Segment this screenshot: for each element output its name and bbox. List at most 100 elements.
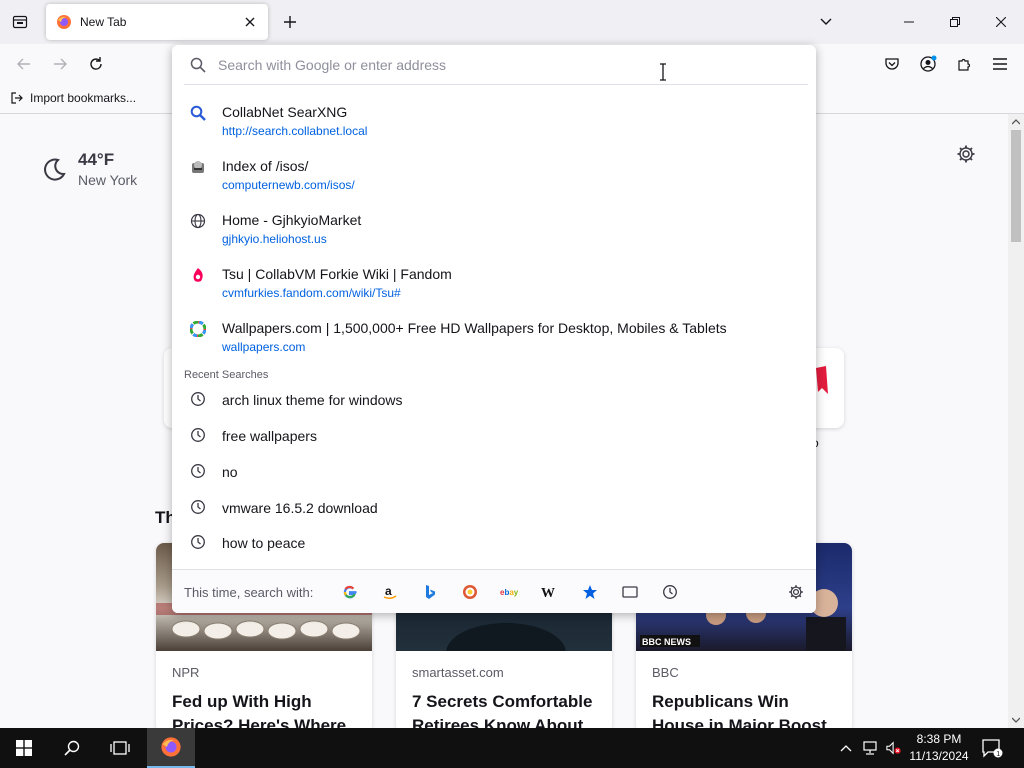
minimize-button[interactable] bbox=[886, 0, 932, 44]
notification-icon: 1 bbox=[982, 739, 1003, 758]
pocket-icon bbox=[885, 58, 899, 70]
start-button[interactable] bbox=[0, 728, 48, 768]
svg-text:a: a bbox=[385, 584, 392, 598]
forward-button[interactable] bbox=[48, 52, 72, 76]
urlbar-result[interactable]: CollabNet SearXNG http://search.collabne… bbox=[172, 99, 816, 149]
recent-search-item[interactable]: how to peace bbox=[172, 527, 816, 559]
firefox-view-icon bbox=[12, 15, 28, 29]
story-title: Republicans Win House in Major Boost for bbox=[652, 692, 827, 728]
result-title: CollabNet SearXNG bbox=[222, 104, 348, 120]
history-icon[interactable] bbox=[660, 582, 680, 602]
urlbar-result[interactable]: Home - GjhkyioMarket gjhkyio.heliohost.u… bbox=[172, 207, 816, 257]
result-title: Tsu | CollabVM Forkie Wiki | Fandom bbox=[222, 266, 452, 282]
recent-search-item[interactable]: no bbox=[172, 456, 816, 488]
bing-icon[interactable] bbox=[420, 582, 440, 602]
recent-search-text: no bbox=[222, 464, 238, 480]
svg-text:W: W bbox=[541, 586, 555, 599]
moon-icon bbox=[44, 158, 66, 181]
result-url: wallpapers.com bbox=[222, 340, 306, 354]
extensions-button[interactable] bbox=[952, 52, 976, 76]
network-tray-icon[interactable] bbox=[862, 740, 878, 756]
duckduckgo-icon[interactable] bbox=[460, 582, 480, 602]
search-icon bbox=[64, 740, 80, 756]
reload-button[interactable] bbox=[84, 52, 108, 76]
urlbar-input[interactable] bbox=[218, 56, 778, 73]
taskbar-search-button[interactable] bbox=[48, 728, 96, 768]
reload-icon bbox=[90, 57, 102, 70]
back-button[interactable] bbox=[12, 52, 36, 76]
back-arrow-icon bbox=[17, 58, 30, 70]
result-title: Wallpapers.com | 1,500,000+ Free HD Wall… bbox=[222, 320, 727, 336]
google-icon[interactable] bbox=[340, 582, 360, 602]
tab-new-tab[interactable]: New Tab bbox=[46, 4, 268, 40]
story-source: BBC bbox=[652, 665, 679, 680]
recent-searches-header: Recent Searches bbox=[184, 369, 269, 381]
gear-icon bbox=[957, 145, 975, 163]
import-bookmarks-button[interactable]: Import bookmarks... bbox=[10, 91, 136, 105]
firefox-view-button[interactable] bbox=[8, 10, 32, 34]
recent-search-text: free wallpapers bbox=[222, 428, 317, 444]
result-title: Index of /isos/ bbox=[222, 158, 309, 174]
customize-newtab-button[interactable] bbox=[956, 144, 976, 164]
urlbar-result[interactable]: Wallpapers.com | 1,500,000+ Free HD Wall… bbox=[172, 315, 816, 365]
wallpapers-icon bbox=[190, 321, 206, 337]
page-scrollbar[interactable] bbox=[1008, 114, 1024, 728]
scroll-up-button[interactable] bbox=[1008, 114, 1024, 130]
clock-icon bbox=[190, 499, 206, 515]
clock-icon bbox=[190, 427, 206, 443]
close-tab-button[interactable] bbox=[242, 14, 258, 30]
account-button[interactable] bbox=[916, 52, 940, 76]
network-icon bbox=[863, 741, 877, 755]
notification-count: 1 bbox=[996, 751, 1000, 758]
urlbar[interactable] bbox=[184, 45, 808, 85]
story-source: NPR bbox=[172, 665, 200, 680]
firefox-icon bbox=[57, 15, 71, 29]
result-url: gjhkyio.heliohost.us bbox=[222, 232, 327, 246]
taskbar-firefox-button[interactable] bbox=[147, 728, 195, 768]
scrollbar-thumb[interactable] bbox=[1011, 130, 1021, 242]
forward-arrow-icon bbox=[54, 58, 67, 70]
minimize-icon bbox=[904, 21, 914, 23]
result-url: computernewb.com/isos/ bbox=[222, 178, 355, 192]
tabs-icon[interactable] bbox=[620, 582, 640, 602]
globe-icon bbox=[190, 213, 206, 229]
ebay-icon[interactable]: ebay bbox=[500, 582, 520, 602]
chevron-down-icon bbox=[1012, 717, 1020, 723]
weather-widget[interactable]: 44°F New York bbox=[40, 150, 137, 188]
bookmarks-icon[interactable] bbox=[580, 582, 600, 602]
action-center-button[interactable]: 1 bbox=[980, 736, 1004, 760]
import-bookmarks-label: Import bookmarks... bbox=[30, 91, 137, 105]
taskbar-clock[interactable]: 8:38 PM 11/13/2024 bbox=[906, 731, 972, 765]
pocket-button[interactable] bbox=[880, 52, 904, 76]
urlbar-result[interactable]: Index of /isos/ computernewb.com/isos/ bbox=[172, 153, 816, 203]
app-menu-button[interactable] bbox=[988, 52, 1012, 76]
close-window-button[interactable] bbox=[978, 0, 1024, 44]
restore-button[interactable] bbox=[932, 0, 978, 44]
one-off-search-label: This time, search with: bbox=[184, 585, 314, 600]
recent-search-text: how to peace bbox=[222, 535, 306, 551]
scroll-down-button[interactable] bbox=[1008, 712, 1024, 728]
recent-search-item[interactable]: arch linux theme for windows bbox=[172, 384, 816, 416]
recent-search-text: vmware 16.5.2 download bbox=[222, 500, 378, 516]
task-view-button[interactable] bbox=[96, 728, 144, 768]
one-off-search-bar: This time, search with: a ebay W bbox=[172, 569, 816, 613]
new-tab-button[interactable] bbox=[280, 12, 300, 32]
urlbar-result[interactable]: Tsu | CollabVM Forkie Wiki | Fandom cvmf… bbox=[172, 261, 816, 311]
plus-icon bbox=[284, 16, 296, 28]
wikipedia-icon[interactable]: W bbox=[540, 582, 560, 602]
amazon-icon[interactable]: a bbox=[380, 582, 400, 602]
list-all-tabs-button[interactable] bbox=[816, 12, 836, 32]
chevron-down-icon bbox=[820, 18, 832, 25]
account-icon bbox=[920, 55, 937, 72]
volume-tray-icon[interactable] bbox=[886, 740, 902, 756]
gear-icon bbox=[789, 585, 803, 599]
search-settings-button[interactable] bbox=[786, 582, 806, 602]
chevron-up-icon bbox=[1012, 119, 1020, 125]
hamburger-menu-icon bbox=[993, 58, 1007, 70]
recent-search-item[interactable]: vmware 16.5.2 download bbox=[172, 492, 816, 524]
show-hidden-icons-button[interactable] bbox=[838, 740, 854, 756]
result-url: cvmfurkies.fandom.com/wiki/Tsu# bbox=[222, 286, 401, 300]
recent-search-item[interactable]: free wallpapers bbox=[172, 420, 816, 452]
fandom-icon bbox=[190, 267, 206, 283]
clock-icon bbox=[190, 534, 206, 550]
